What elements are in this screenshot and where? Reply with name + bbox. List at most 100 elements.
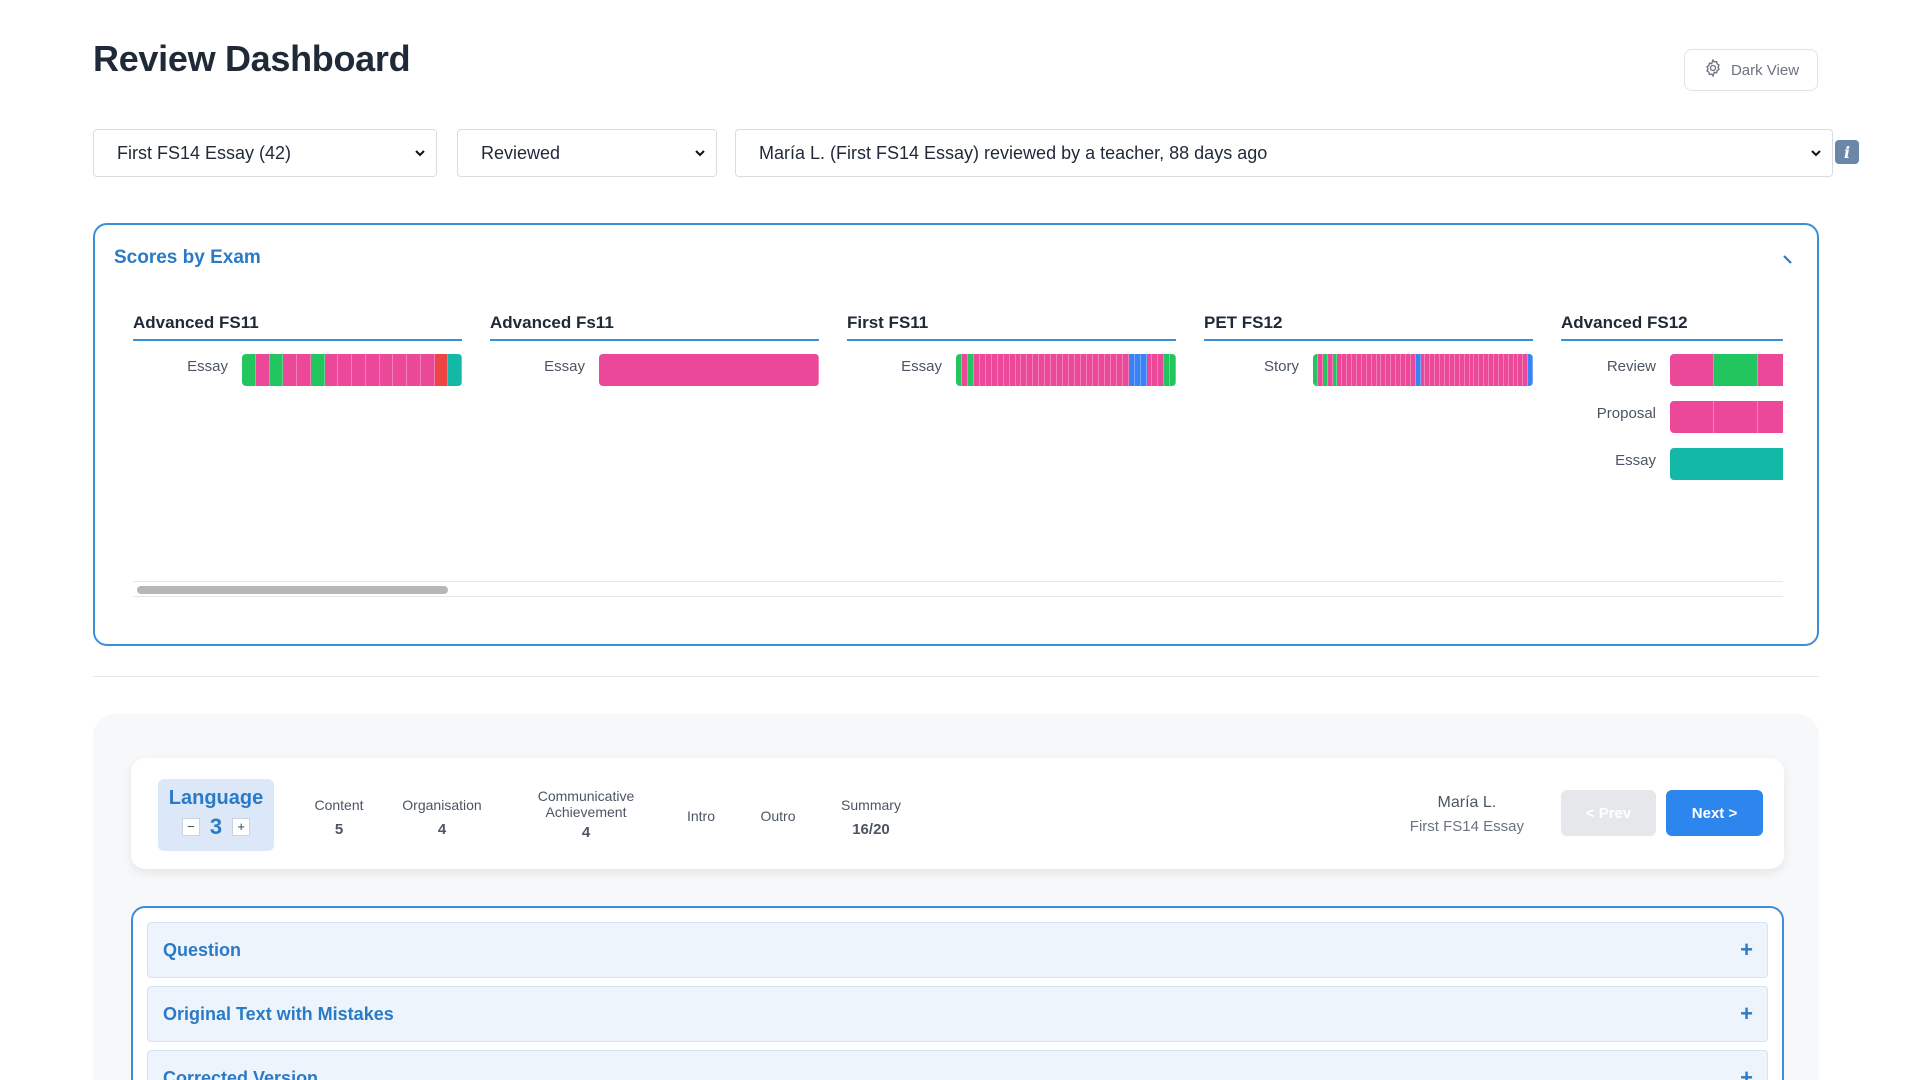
collapse-icon[interactable] [1781, 252, 1795, 266]
score-segment[interactable] [1528, 354, 1533, 386]
criterion-content[interactable]: Content 5 [289, 797, 389, 838]
expand-icon[interactable]: + [1740, 937, 1753, 963]
dark-view-button[interactable]: Dark View [1684, 49, 1818, 91]
score-segment[interactable] [1670, 354, 1714, 386]
score-segment[interactable] [269, 354, 284, 386]
score-row: Essay [847, 341, 1176, 388]
score-segment[interactable] [352, 354, 366, 386]
score-segment[interactable] [393, 354, 407, 386]
student-name: María L. [1437, 794, 1497, 811]
student-info: María L. First FS14 Essay [1410, 794, 1524, 835]
info-icon[interactable]: i [1835, 140, 1859, 164]
page-title: Review Dashboard [93, 38, 411, 79]
score-segment[interactable] [324, 354, 339, 386]
criterion-communicative-achievement[interactable]: Communicative Achievement 4 [526, 788, 646, 841]
criterion-value: 5 [334, 821, 344, 838]
score-row-label: Story [1263, 358, 1299, 375]
exam-select[interactable]: First FS14 Essay (42) [93, 129, 437, 177]
score-segment[interactable] [242, 354, 256, 386]
score-segment[interactable] [1670, 448, 1783, 480]
score-bar[interactable] [1670, 354, 1783, 386]
accordion-original-text[interactable]: Original Text with Mistakes + [147, 986, 1768, 1042]
exam-name: First FS11 [847, 309, 1176, 341]
exam-name: Advanced Fs11 [490, 309, 819, 341]
criterion-language[interactable]: Language − 3 + [158, 779, 274, 851]
panel-title[interactable]: Scores by Exam [114, 247, 261, 269]
exam-column: Advanced FS12 Review Proposal Essay [1561, 309, 1783, 482]
score-row-label: Essay [901, 358, 942, 375]
accordion-question[interactable]: Question + [147, 922, 1768, 978]
score-segment[interactable] [448, 354, 462, 386]
chevron-down-icon [695, 150, 705, 157]
score-bar[interactable] [1670, 401, 1783, 433]
score-row-label: Essay [544, 358, 585, 375]
score-segment[interactable] [407, 354, 421, 386]
student-select[interactable]: María L. (First FS14 Essay) reviewed by … [735, 129, 1833, 177]
score-segment[interactable] [420, 354, 435, 386]
score-segment[interactable] [297, 354, 311, 386]
exam-name: Advanced FS11 [133, 309, 462, 341]
exam-name: Advanced FS12 [1561, 309, 1783, 341]
criterion-outro[interactable]: Outro [748, 808, 808, 824]
score-bar[interactable] [1670, 448, 1783, 480]
score-segment[interactable] [365, 354, 380, 386]
expand-icon[interactable]: + [1740, 1001, 1753, 1027]
score-row-label: Proposal [1596, 405, 1656, 422]
score-segment[interactable] [1714, 401, 1758, 433]
sections-container: Question + Original Text with Mistakes +… [131, 906, 1784, 1080]
score-segment[interactable] [1758, 354, 1783, 386]
criterion-value: 4 [581, 824, 591, 841]
score-bar[interactable] [956, 354, 1176, 386]
prev-button[interactable]: < Prev [1561, 790, 1656, 836]
criterion-value: 4 [437, 821, 447, 838]
exam-column: PET FS12 Story [1204, 309, 1533, 388]
criterion-intro[interactable]: Intro [676, 808, 726, 824]
scrollbar-thumb[interactable] [137, 586, 448, 594]
score-row: Essay [133, 341, 462, 388]
scores-by-exam-panel: Scores by Exam Advanced FS11 Essay Advance… [93, 223, 1819, 646]
horizontal-scrollbar[interactable] [133, 581, 1783, 597]
status-select-value: Reviewed [481, 142, 561, 163]
score-segment[interactable] [1758, 401, 1783, 433]
score-bar[interactable] [242, 354, 462, 386]
score-segment[interactable] [310, 354, 325, 386]
review-area: Language − 3 + Content 5 Organisation 4 … [93, 714, 1819, 1080]
score-segment[interactable] [1714, 354, 1758, 386]
exam-charts: Advanced FS11 Essay Advanced Fs11 Essay Firs… [133, 309, 1783, 529]
score-bar[interactable] [1313, 354, 1533, 386]
score-stepper: − 3 + [158, 814, 274, 840]
score-segment[interactable] [338, 354, 352, 386]
accordion-title: Corrected Version [163, 1068, 319, 1080]
status-select[interactable]: Reviewed [457, 129, 717, 177]
next-button[interactable]: Next > [1666, 790, 1763, 836]
score-row: Review [1561, 341, 1783, 388]
score-segment[interactable] [434, 354, 449, 386]
score-segment[interactable] [379, 354, 394, 386]
criterion-label: Organisation [402, 797, 482, 813]
score-row: Proposal [1561, 388, 1783, 435]
increment-button[interactable]: + [232, 818, 251, 836]
student-exam: First FS14 Essay [1409, 818, 1524, 835]
criterion-organisation[interactable]: Organisation 4 [387, 797, 497, 838]
decrement-button[interactable]: − [181, 818, 200, 836]
score-segment[interactable] [255, 354, 270, 386]
exam-column: Advanced FS11 Essay [133, 309, 462, 388]
criterion-label: Summary [841, 797, 901, 813]
score-row: Essay [490, 341, 819, 388]
criterion-value: 16/20 [852, 821, 890, 838]
score-card: Language − 3 + Content 5 Organisation 4 … [131, 758, 1784, 869]
criterion-label: Content [314, 797, 364, 813]
gear-icon [1703, 58, 1723, 82]
expand-icon[interactable]: + [1740, 1065, 1753, 1080]
score-segment[interactable] [599, 354, 819, 386]
student-select-value: María L. (First FS14 Essay) reviewed by … [759, 142, 1268, 163]
score-bar[interactable] [599, 354, 819, 386]
accordion-title: Question [163, 940, 242, 960]
score-row: Essay [1561, 435, 1783, 482]
chevron-down-icon [415, 150, 425, 157]
accordion-corrected-version[interactable]: Corrected Version + [147, 1050, 1768, 1080]
criterion-label: Intro [686, 808, 715, 824]
score-segment[interactable] [1670, 401, 1714, 433]
score-segment[interactable] [1170, 354, 1176, 386]
score-segment[interactable] [283, 354, 297, 386]
